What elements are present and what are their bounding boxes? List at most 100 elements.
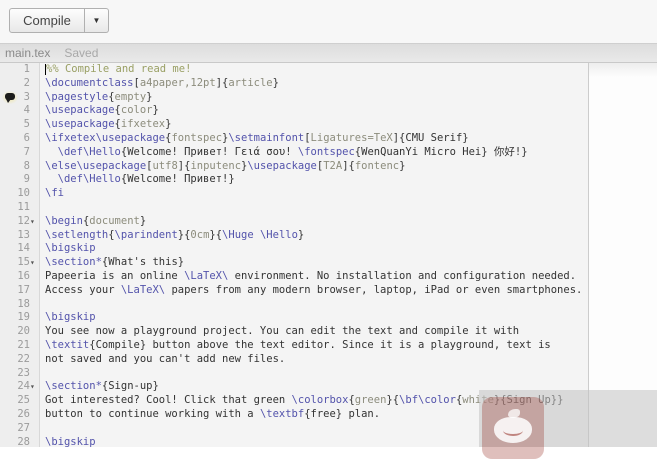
gutter-cell[interactable]: 1 bbox=[0, 63, 40, 77]
gutter-cell[interactable]: 21 bbox=[0, 338, 40, 353]
gutter-cell[interactable]: 19 bbox=[0, 311, 40, 326]
code-text[interactable]: \textit{Compile} button above the text e… bbox=[40, 339, 588, 353]
code-line[interactable]: 26 button to continue working with a \tex… bbox=[0, 407, 588, 422]
gutter-cell[interactable]: 7 bbox=[0, 145, 40, 160]
code-line[interactable]: 2 \documentclass[a4paper,12pt]{article} bbox=[0, 76, 588, 91]
code-text[interactable]: \usepackage{ifxetex} bbox=[40, 118, 588, 132]
code-text[interactable]: \fi bbox=[40, 187, 588, 201]
gutter-cell[interactable]: 20 bbox=[0, 325, 40, 339]
gutter-cell[interactable]: 12 ▾ bbox=[0, 214, 40, 229]
code-text[interactable]: Got interested? Cool! Click that green \… bbox=[40, 394, 588, 408]
gutter-cell[interactable]: 28 bbox=[0, 435, 40, 447]
gutter-cell[interactable]: 15 ▾ bbox=[0, 256, 40, 270]
code-text[interactable]: Papeeria is an online \LaTeX\ environmen… bbox=[40, 270, 588, 284]
gutter-cell[interactable]: 14 bbox=[0, 242, 40, 257]
code-text[interactable]: \bigskip bbox=[40, 242, 588, 256]
gutter-cell[interactable]: 16 bbox=[0, 269, 40, 284]
code-text[interactable]: \else\usepackage[utf8]{inputenc}\usepack… bbox=[40, 160, 588, 174]
code-line[interactable]: 6 \ifxetex\usepackage{fontspec}\setmainfo… bbox=[0, 131, 588, 146]
code-text[interactable]: Access your \LaTeX\ papers from any mode… bbox=[40, 284, 588, 298]
code-text[interactable]: \ifxetex\usepackage{fontspec}\setmainfon… bbox=[40, 132, 588, 146]
gutter-cell[interactable]: 8 bbox=[0, 159, 40, 174]
line-number: 12 bbox=[17, 214, 30, 227]
code-line[interactable]: 9 \def\Hello{Welcome! Привет!} bbox=[0, 173, 588, 188]
gutter-cell[interactable]: 17 bbox=[0, 283, 40, 298]
code-line[interactable]: 3 \pagestyle{empty} bbox=[0, 90, 588, 105]
tab-main-tex[interactable]: main.tex bbox=[5, 46, 50, 60]
compile-button-group: Compile ▼ bbox=[9, 8, 109, 33]
code-text[interactable] bbox=[40, 367, 588, 381]
code-line[interactable]: 15 ▾ \section*{What's this} bbox=[0, 256, 588, 270]
code-token: \setlength bbox=[45, 228, 109, 241]
code-line[interactable]: 11 bbox=[0, 200, 588, 215]
code-line[interactable]: 27 bbox=[0, 421, 588, 436]
code-token: color bbox=[120, 104, 153, 117]
gutter-cell[interactable]: 2 bbox=[0, 76, 40, 91]
gutter-cell[interactable]: 25 bbox=[0, 394, 40, 408]
gutter-cell[interactable]: 18 bbox=[0, 297, 40, 312]
code-text[interactable] bbox=[40, 201, 588, 215]
code-token: \usepackage bbox=[76, 159, 147, 172]
code-line[interactable]: 22 not saved and you can't add new files. bbox=[0, 352, 588, 367]
gutter-cell[interactable]: 3 bbox=[0, 90, 40, 105]
code-text[interactable]: \def\Hello{Welcome! Привет! Γειά σου! \f… bbox=[40, 146, 588, 160]
gutter-cell[interactable]: 6 bbox=[0, 131, 40, 146]
code-line[interactable]: 19 \bigskip bbox=[0, 311, 588, 326]
code-text[interactable] bbox=[40, 298, 588, 312]
gutter-cell[interactable]: 22 bbox=[0, 352, 40, 367]
code-text[interactable]: \begin{document} bbox=[40, 215, 588, 229]
code-line[interactable]: 12 ▾ \begin{document} bbox=[0, 214, 588, 229]
gutter-cell[interactable]: 26 bbox=[0, 407, 40, 422]
code-text[interactable]: \bigskip bbox=[40, 311, 588, 325]
gutter-cell[interactable]: 11 bbox=[0, 200, 40, 215]
code-line[interactable]: 25 Got interested? Cool! Click that green… bbox=[0, 394, 588, 408]
code-line[interactable]: 13 \setlength{\parindent}{0cm}{\Huge \Hel… bbox=[0, 228, 588, 243]
code-text[interactable]: %% Compile and read me! bbox=[40, 63, 588, 77]
code-line[interactable]: 4 \usepackage{color} bbox=[0, 104, 588, 119]
code-line[interactable]: 21 \textit{Compile} button above the text… bbox=[0, 338, 588, 353]
code-text[interactable]: \pagestyle{empty} bbox=[40, 91, 588, 105]
code-line[interactable]: 7 \def\Hello{Welcome! Привет! Γειά σου! … bbox=[0, 145, 588, 160]
gutter-cell[interactable]: 4 bbox=[0, 104, 40, 119]
code-line[interactable]: 24 ▾ \section*{Sign-up} bbox=[0, 380, 588, 395]
compile-dropdown-button[interactable]: ▼ bbox=[85, 8, 109, 33]
code-text[interactable]: You see now a playground project. You ca… bbox=[40, 325, 588, 339]
code-line[interactable]: 1 %% Compile and read me! bbox=[0, 63, 588, 77]
code-text[interactable]: \usepackage{color} bbox=[40, 104, 588, 118]
code-line[interactable]: 20 You see now a playground project. You … bbox=[0, 325, 588, 339]
code-text[interactable]: \section*{Sign-up} bbox=[40, 380, 588, 394]
code-line[interactable]: 18 bbox=[0, 297, 588, 312]
code-line[interactable]: 5 \usepackage{ifxetex} bbox=[0, 118, 588, 132]
gutter-cell[interactable]: 27 bbox=[0, 421, 40, 436]
gutter-cell[interactable]: 13 bbox=[0, 228, 40, 243]
gutter-cell[interactable]: 24 ▾ bbox=[0, 380, 40, 395]
code-editor[interactable]: 1 %% Compile and read me! 2 \documentclass[… bbox=[0, 63, 588, 447]
fold-arrow-icon[interactable]: ▾ bbox=[30, 256, 39, 270]
code-line[interactable]: 10 \fi bbox=[0, 187, 588, 201]
code-text[interactable]: \bigskip bbox=[40, 436, 588, 447]
code-text[interactable]: \def\Hello{Welcome! Привет!} bbox=[40, 173, 588, 187]
code-token: %% Compile and read me! bbox=[46, 63, 192, 75]
code-text[interactable] bbox=[40, 422, 588, 436]
code-text[interactable]: \documentclass[a4paper,12pt]{article} bbox=[40, 77, 588, 91]
code-line[interactable]: 8 \else\usepackage[utf8]{inputenc}\usepac… bbox=[0, 159, 588, 174]
gutter-cell[interactable]: 10 bbox=[0, 187, 40, 201]
code-text[interactable]: button to continue working with a \textb… bbox=[40, 408, 588, 422]
code-text[interactable]: not saved and you can't add new files. bbox=[40, 353, 588, 367]
fold-arrow-icon[interactable]: ▾ bbox=[30, 380, 39, 394]
fold-arrow-icon[interactable]: ▾ bbox=[30, 215, 39, 229]
gutter-cell[interactable]: 23 bbox=[0, 366, 40, 381]
gutter-cell[interactable]: 5 bbox=[0, 118, 40, 132]
code-line[interactable]: 16 Papeeria is an online \LaTeX\ environm… bbox=[0, 269, 588, 284]
code-line[interactable]: 28 \bigskip bbox=[0, 435, 588, 447]
code-text[interactable]: \section*{What's this} bbox=[40, 256, 588, 270]
code-line[interactable]: 17 Access your \LaTeX\ papers from any mo… bbox=[0, 283, 588, 298]
comment-bubble-icon[interactable] bbox=[2, 90, 18, 104]
gutter-cell[interactable]: 9 bbox=[0, 173, 40, 188]
compile-button[interactable]: Compile bbox=[9, 8, 85, 33]
code-text[interactable]: \setlength{\parindent}{0cm}{\Huge \Hello… bbox=[40, 229, 588, 243]
code-line[interactable]: 23 bbox=[0, 366, 588, 381]
code-line[interactable]: 14 \bigskip bbox=[0, 242, 588, 257]
speech-bubble-shape bbox=[5, 92, 15, 103]
code-token: \parindent bbox=[114, 228, 178, 241]
